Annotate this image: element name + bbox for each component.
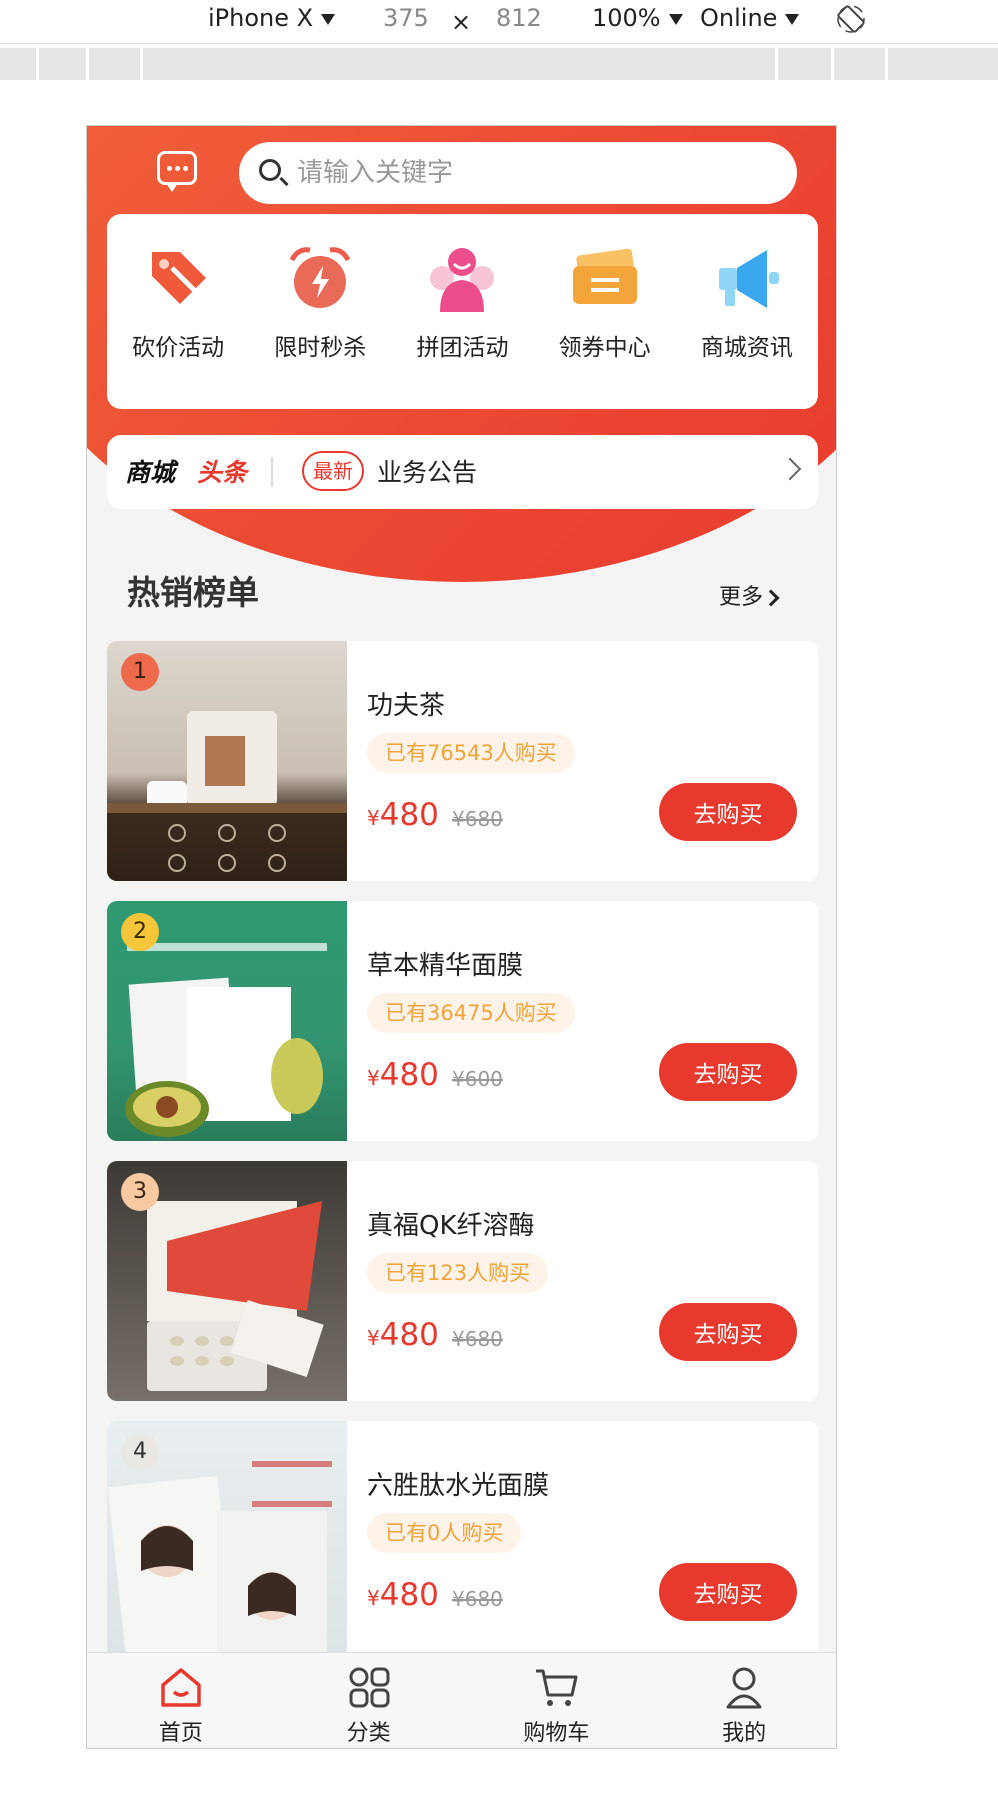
product-price: ¥480 — [367, 1577, 439, 1613]
ticker-title-main: 商城 — [125, 458, 176, 487]
search-icon — [259, 159, 281, 181]
ticker-title-accent: 头条 — [197, 458, 248, 487]
quick-actions-panel: 砍价活动 限时秒杀 拼团活动 领券中心 商城资讯 — [107, 214, 818, 409]
bottom-tab-bar: 首页 分类 购物车 我的 — [87, 1652, 836, 1748]
price-value: 480 — [379, 797, 439, 833]
device-select[interactable]: iPhone X — [208, 4, 336, 32]
product-name: 六胜肽水光面膜 — [367, 1471, 550, 1501]
coupon-icon — [569, 242, 641, 314]
home-icon — [159, 1665, 203, 1709]
latest-badge: 最新 — [302, 451, 364, 491]
rotate-icon[interactable] — [836, 4, 866, 34]
quick-action-label: 领券中心 — [558, 335, 651, 361]
product-card[interactable]: 1 功夫茶 已有76543人购买 ¥480 ¥680 去购买 — [107, 641, 818, 881]
product-card[interactable]: 2 草本精华面膜 已有36475人购买 ¥480 ¥600 去购买 — [107, 901, 818, 1141]
quick-action-news[interactable]: 商城资讯 — [687, 242, 807, 409]
width-field[interactable]: 375 — [383, 4, 429, 32]
search-bar[interactable] — [239, 142, 797, 204]
group-user-icon — [426, 242, 498, 314]
ticker-text: 业务公告 — [377, 458, 478, 487]
rank-badge: 1 — [121, 653, 159, 691]
tab-label: 首页 — [158, 1721, 203, 1746]
phone-viewport: 砍价活动 限时秒杀 拼团活动 领券中心 商城资讯 商城 — [86, 125, 837, 1749]
product-price: ¥480 — [367, 797, 439, 833]
product-name: 功夫茶 — [367, 691, 446, 721]
product-name: 草本精华面膜 — [367, 951, 524, 981]
product-price: ¥480 — [367, 1317, 439, 1353]
quick-action-label: 限时秒杀 — [274, 335, 367, 361]
rank-badge: 3 — [121, 1173, 159, 1211]
price-value: 480 — [379, 1577, 439, 1613]
dropdown-arrow-icon — [785, 13, 800, 25]
quick-action-label: 砍价活动 — [132, 335, 225, 361]
product-card[interactable]: 3 真福QK纤溶酶 已有123人购买 ¥480 ¥680 去购买 — [107, 1161, 818, 1401]
tab-label: 购物车 — [523, 1721, 590, 1746]
chevron-right-icon — [762, 589, 780, 607]
original-price: ¥680 — [452, 807, 503, 831]
height-field[interactable]: 812 — [496, 4, 542, 32]
message-icon[interactable] — [157, 151, 197, 192]
sold-count-badge: 已有76543人购买 — [367, 733, 575, 773]
currency-symbol: ¥ — [367, 1326, 380, 1350]
category-grid-icon — [347, 1665, 391, 1709]
dropdown-arrow-icon — [668, 13, 683, 25]
buy-button[interactable]: 去购买 — [659, 1043, 797, 1101]
buy-button[interactable]: 去购买 — [659, 783, 797, 841]
quick-action-flash-sale[interactable]: 限时秒杀 — [260, 242, 380, 409]
buy-button[interactable]: 去购买 — [659, 1303, 797, 1361]
zoom-select[interactable]: 100% — [592, 4, 683, 32]
ticker-divider — [271, 457, 273, 487]
tab-label: 分类 — [346, 1721, 391, 1746]
tab-home[interactable]: 首页 — [87, 1653, 275, 1748]
sold-count-badge: 已有0人购买 — [367, 1513, 522, 1553]
original-price: ¥680 — [452, 1587, 503, 1611]
tab-label: 我的 — [722, 1721, 767, 1746]
currency-symbol: ¥ — [367, 1066, 380, 1090]
price-tag-icon — [142, 242, 214, 314]
device-toolbar: iPhone X 375 × 812 100% Online — [0, 0, 998, 44]
price-value: 480 — [379, 1057, 439, 1093]
times-sign: × — [451, 8, 472, 36]
buy-button[interactable]: 去购买 — [659, 1563, 797, 1621]
quick-action-group-buy[interactable]: 拼团活动 — [402, 242, 522, 409]
currency-symbol: ¥ — [367, 1586, 380, 1610]
alarm-clock-icon — [284, 242, 356, 314]
chevron-right-icon — [778, 457, 802, 481]
original-price: ¥600 — [452, 1067, 503, 1091]
quick-action-bargain[interactable]: 砍价活动 — [118, 242, 238, 409]
tab-category[interactable]: 分类 — [275, 1653, 463, 1748]
media-query-ruler — [0, 48, 998, 80]
tab-profile[interactable]: 我的 — [650, 1653, 836, 1748]
hot-list-title: 热销榜单 — [127, 573, 259, 612]
device-label: iPhone X — [208, 4, 314, 32]
sold-count-badge: 已有123人购买 — [367, 1253, 549, 1293]
original-price: ¥680 — [452, 1327, 503, 1351]
rank-badge: 4 — [121, 1433, 159, 1471]
quick-action-label: 商城资讯 — [700, 335, 793, 361]
network-label: Online — [700, 4, 778, 32]
currency-symbol: ¥ — [367, 806, 380, 830]
search-input[interactable] — [297, 152, 777, 194]
quick-action-label: 拼团活动 — [416, 335, 509, 361]
network-select[interactable]: Online — [700, 4, 800, 32]
product-name: 真福QK纤溶酶 — [367, 1211, 535, 1241]
sold-count-badge: 已有36475人购买 — [367, 993, 575, 1033]
quick-action-coupon[interactable]: 领券中心 — [545, 242, 665, 409]
dropdown-arrow-icon — [321, 13, 336, 25]
tab-cart[interactable]: 购物车 — [463, 1653, 651, 1748]
zoom-label: 100% — [592, 4, 661, 32]
cart-icon — [534, 1665, 578, 1709]
price-value: 480 — [379, 1317, 439, 1353]
rank-badge: 2 — [121, 913, 159, 951]
more-label: 更多 — [719, 585, 764, 610]
profile-icon — [722, 1665, 766, 1709]
product-price: ¥480 — [367, 1057, 439, 1093]
news-ticker[interactable]: 商城 头条 最新 业务公告 — [107, 435, 818, 509]
more-link[interactable]: 更多 — [719, 579, 780, 611]
product-card[interactable]: 4 六胜肽水光面膜 已有0人购买 ¥480 ¥680 去购买 — [107, 1421, 818, 1661]
megaphone-icon — [711, 242, 783, 314]
